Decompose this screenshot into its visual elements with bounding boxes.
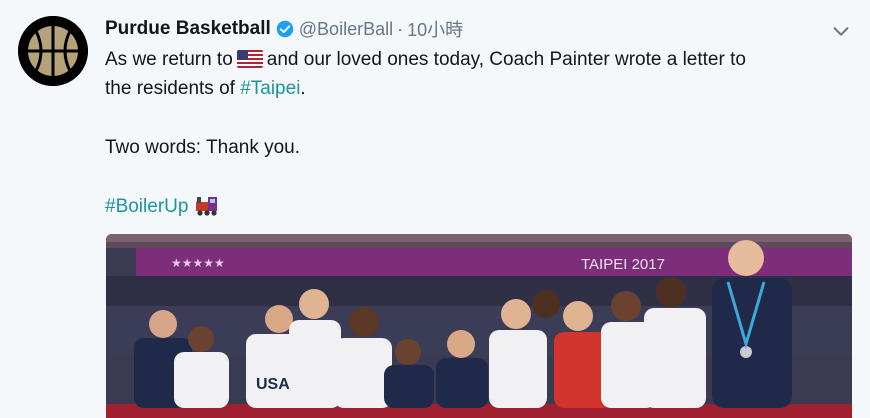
tweet-header: Purdue Basketball @BoilerBall · 10小時 [105, 17, 463, 41]
account-handle[interactable]: @BoilerBall [299, 19, 393, 40]
jersey-text: USA [256, 376, 290, 393]
purdue-basketball-logo-icon [18, 16, 88, 86]
text-segment: the residents of [105, 78, 235, 99]
text-segment: and our loved ones today, Coach Painter … [266, 49, 746, 70]
hashtag-link-taipei[interactable]: #Taipei [240, 78, 300, 99]
banner-text: TAIPEI 2017 [581, 256, 665, 273]
hashtag-link-boilerup[interactable]: #BoilerUp [105, 196, 188, 217]
tweet-text: As we return to and our loved ones today… [105, 45, 835, 221]
tweet-card[interactable]: Purdue Basketball @BoilerBall · 10小時 As … [0, 0, 870, 418]
account-name[interactable]: Purdue Basketball [105, 18, 271, 40]
verified-badge-icon [276, 20, 294, 38]
text-line: Two words: Thank you. [105, 137, 301, 158]
separator-dot: · [397, 18, 404, 39]
team-photo-image: ★★★★★ TAIPEI 2017 USA [106, 234, 852, 418]
steam-locomotive-icon [196, 197, 218, 216]
text-segment: As we return to [105, 49, 233, 70]
text-segment: . [300, 78, 306, 99]
us-flag-icon [236, 50, 263, 68]
avatar[interactable] [18, 16, 88, 86]
tweet-photo[interactable]: ★★★★★ TAIPEI 2017 USA [106, 234, 852, 418]
svg-text:★★★★★: ★★★★★ [171, 256, 225, 270]
timestamp[interactable]: 10小時 [407, 16, 463, 42]
chevron-down-icon[interactable] [830, 20, 852, 42]
